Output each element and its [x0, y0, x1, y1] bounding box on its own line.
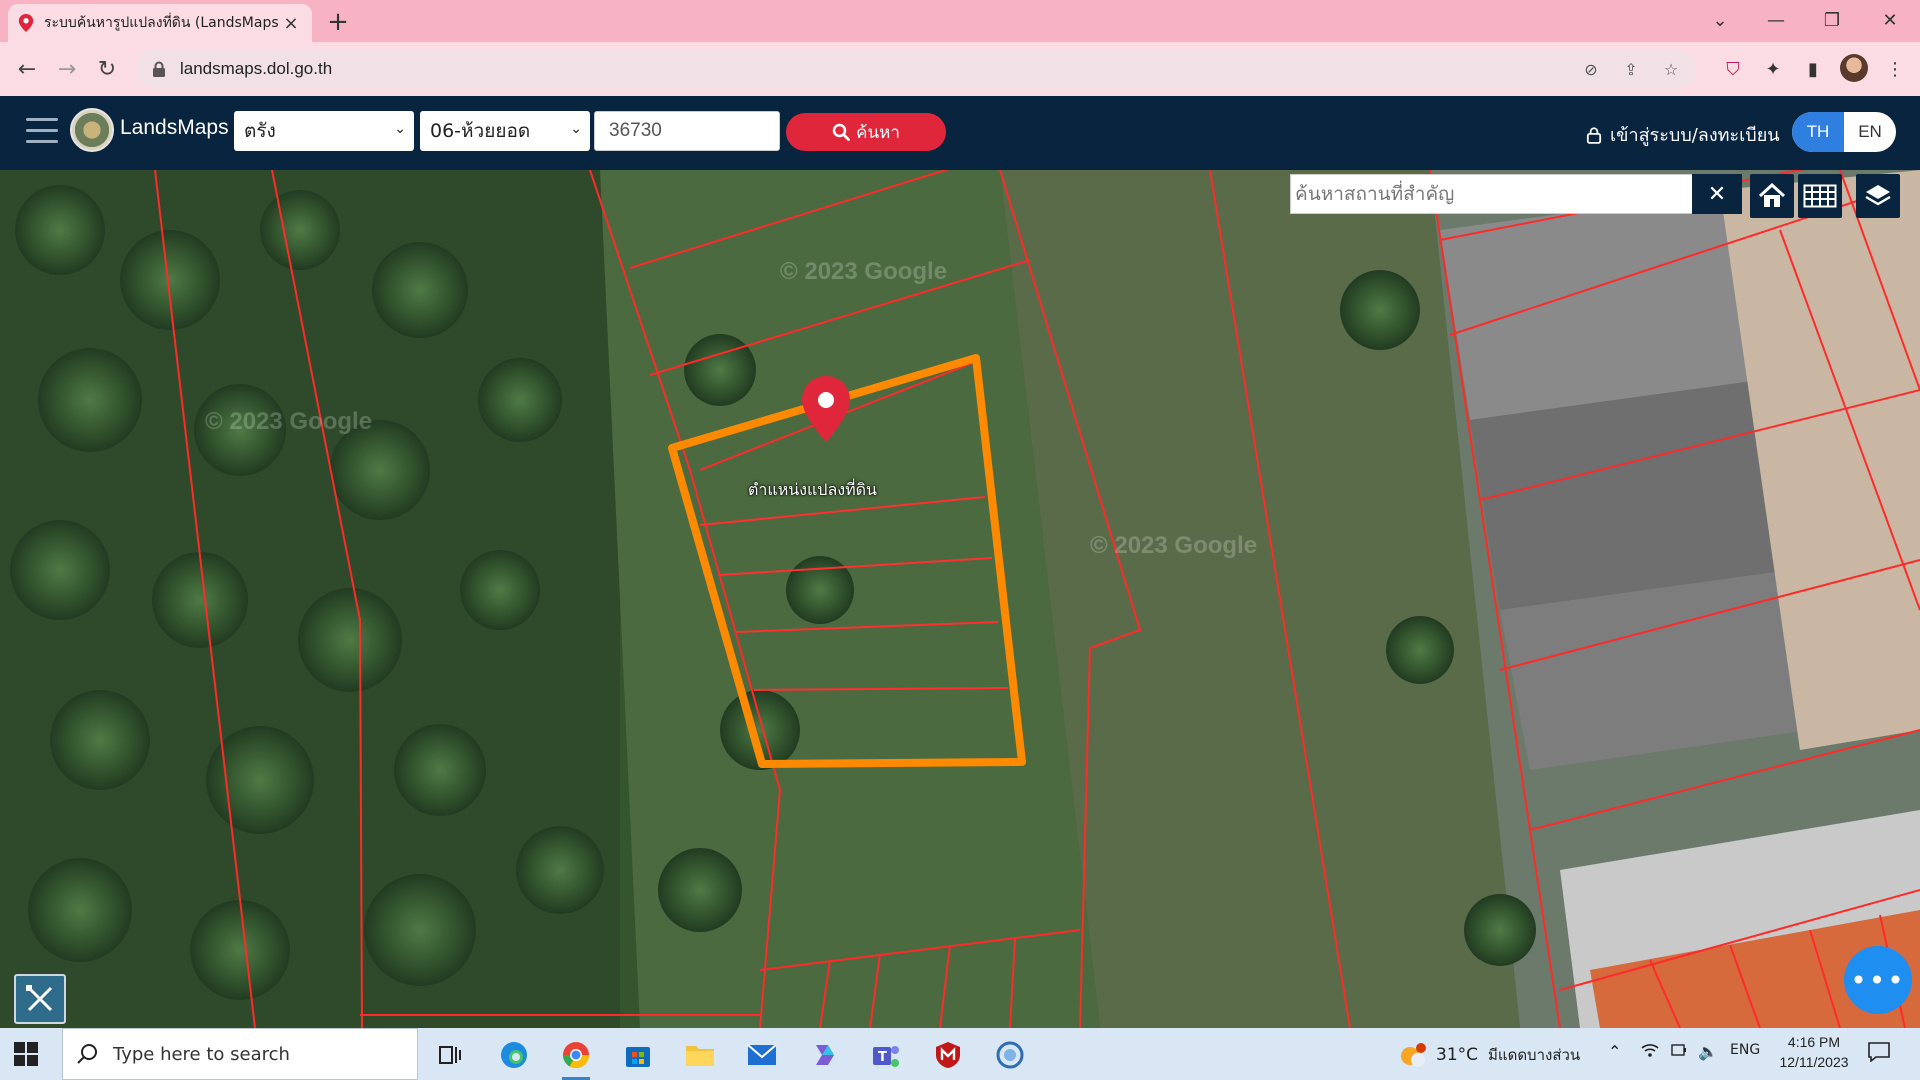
bookmark-star-icon[interactable]: ☆	[1660, 58, 1682, 80]
layers-button[interactable]	[1856, 174, 1900, 218]
tab-close-icon[interactable]: ×	[280, 12, 302, 34]
map-watermark: © 2023 Google	[1090, 532, 1258, 559]
extensions-puzzle-icon[interactable]: ✦	[1760, 56, 1786, 82]
microsoft-store-icon[interactable]	[618, 1036, 658, 1074]
clear-search-icon[interactable]: ✕	[1692, 174, 1742, 214]
back-icon[interactable]: ←	[12, 54, 42, 84]
district-select[interactable]: 06-ห้วยยอด ⌄	[420, 111, 590, 151]
search-button-label: ค้นหา	[856, 122, 900, 143]
forward-icon[interactable]: →	[52, 54, 82, 84]
place-search-input[interactable]: ค้นหาสถานที่สำคัญ	[1290, 174, 1706, 214]
app-name: LandsMaps	[120, 116, 229, 139]
task-view-icon[interactable]	[430, 1036, 470, 1074]
input-language[interactable]: ENG	[1730, 1042, 1760, 1058]
search-button[interactable]: ค้นหา	[786, 113, 946, 151]
tray-chevron-up-icon[interactable]: ⌃	[1608, 1042, 1621, 1061]
grid-button[interactable]	[1798, 174, 1842, 218]
reload-icon[interactable]: ↻	[92, 54, 122, 84]
province-select[interactable]: ตรัง ⌄	[234, 111, 414, 151]
map-pin-favicon-icon	[18, 14, 34, 32]
notification-center-icon[interactable]	[1868, 1042, 1890, 1062]
parcel-number-input[interactable]: 36730	[594, 111, 780, 151]
clock-time: 4:16 PM	[1787, 1034, 1841, 1050]
chevron-down-icon: ⌄	[570, 121, 582, 137]
windows-start-icon[interactable]	[14, 1042, 38, 1066]
restore-icon[interactable]: ❐	[1812, 4, 1852, 36]
search-icon	[77, 1044, 97, 1064]
weather-temp: 31°C	[1436, 1045, 1479, 1065]
taskbar-search-input[interactable]: Type here to search	[62, 1028, 418, 1080]
map-watermark: © 2023 Google	[780, 258, 948, 285]
layers-icon	[1865, 185, 1891, 206]
copilot-icon[interactable]	[804, 1036, 844, 1074]
lang-en-button[interactable]: EN	[1844, 112, 1896, 152]
minimize-icon[interactable]: —	[1756, 4, 1796, 36]
weather-widget[interactable]: 31°C มีแดดบางส่วน	[1398, 1042, 1580, 1068]
login-link[interactable]: เข้าสู่ระบบ/ลงทะเบียน	[1586, 120, 1780, 149]
search-icon	[832, 123, 851, 141]
weather-sun-icon	[1401, 1043, 1426, 1067]
file-explorer-icon[interactable]	[680, 1036, 720, 1074]
taskbar: Type here to search T 31°C มีแดดบางส่วน …	[0, 1028, 1920, 1080]
map-canvas[interactable]: © 2023 Google © 2023 Google © 2023 Googl…	[0, 170, 1920, 1028]
window-close-icon[interactable]: ✕	[1870, 4, 1910, 36]
chat-button[interactable]: •••	[1844, 946, 1912, 1014]
home-icon	[1758, 183, 1786, 207]
share-icon[interactable]: ⇪	[1620, 58, 1642, 80]
address-bar[interactable]: landsmaps.dol.go.th ⊘ ⇪ ☆	[136, 49, 1696, 89]
district-value: 06-ห้วยยอด	[430, 120, 531, 142]
volume-icon[interactable]: 🔈	[1698, 1042, 1718, 1061]
tab-title: ระบบค้นหารูปแปลงที่ดิน (LandsMaps	[44, 15, 279, 31]
svg-text:T: T	[878, 1050, 887, 1065]
lock-icon	[153, 61, 165, 77]
clock-date: 12/11/2023	[1779, 1054, 1849, 1070]
chevron-down-icon: ⌄	[394, 121, 406, 137]
grid-icon	[1803, 184, 1837, 208]
language-toggle: TH EN	[1792, 112, 1896, 152]
app-logo	[70, 108, 114, 152]
browser-tab[interactable]: ระบบค้นหารูปแปลงที่ดิน (LandsMaps ×	[8, 4, 312, 42]
lang-th-button[interactable]: TH	[1792, 112, 1844, 152]
province-value: ตรัง	[244, 120, 276, 142]
satellite-imagery	[0, 170, 1920, 1028]
home-button[interactable]	[1750, 174, 1794, 218]
browser-toolbar: ← → ↻ landsmaps.dol.go.th ⊘ ⇪ ☆ ⛉ ✦ ▮ ⋮	[0, 42, 1920, 96]
extension-shield-icon[interactable]: ⛉	[1720, 56, 1746, 82]
measure-tool-button[interactable]	[14, 974, 66, 1024]
browser-tabstrip: ระบบค้นหารูปแปลงที่ดิน (LandsMaps × + ⌄ …	[0, 0, 1920, 42]
mcafee-shield-icon[interactable]	[928, 1036, 968, 1074]
ruler-pencil-icon	[26, 985, 53, 1012]
lock-icon	[1586, 126, 1602, 144]
url-text: landsmaps.dol.go.th	[180, 59, 333, 78]
taskbar-search-placeholder: Type here to search	[113, 1043, 290, 1065]
side-panel-icon[interactable]: ▮	[1800, 56, 1826, 82]
battery-icon[interactable]	[1670, 1042, 1688, 1058]
pin-label: ตำแหน่งแปลงที่ดิน	[748, 480, 877, 499]
map-watermark: © 2023 Google	[205, 408, 373, 435]
app-header: LandsMaps ตรัง ⌄ 06-ห้วยยอด ⌄ 36730 ค้นห…	[0, 96, 1920, 170]
profile-avatar[interactable]	[1840, 54, 1868, 82]
tab-search-chevron-icon[interactable]: ⌄	[1700, 4, 1740, 36]
system-clock[interactable]: 4:16 PM 12/11/2023	[1764, 1032, 1864, 1072]
network-globe-app-icon[interactable]	[990, 1036, 1030, 1074]
teams-icon[interactable]: T	[866, 1036, 906, 1074]
browser-menu-icon[interactable]: ⋮	[1882, 56, 1908, 82]
mail-icon[interactable]	[742, 1036, 782, 1074]
wifi-icon[interactable]	[1640, 1042, 1660, 1058]
chrome-browser-icon[interactable]	[556, 1036, 596, 1080]
hamburger-menu-icon[interactable]	[26, 118, 58, 146]
new-tab-icon[interactable]: +	[324, 8, 352, 36]
login-label: เข้าสู่ระบบ/ลงทะเบียน	[1610, 125, 1780, 146]
weather-text: มีแดดบางส่วน	[1488, 1046, 1581, 1064]
edge-browser-icon[interactable]	[494, 1036, 534, 1074]
location-blocked-icon[interactable]: ⊘	[1580, 58, 1602, 80]
